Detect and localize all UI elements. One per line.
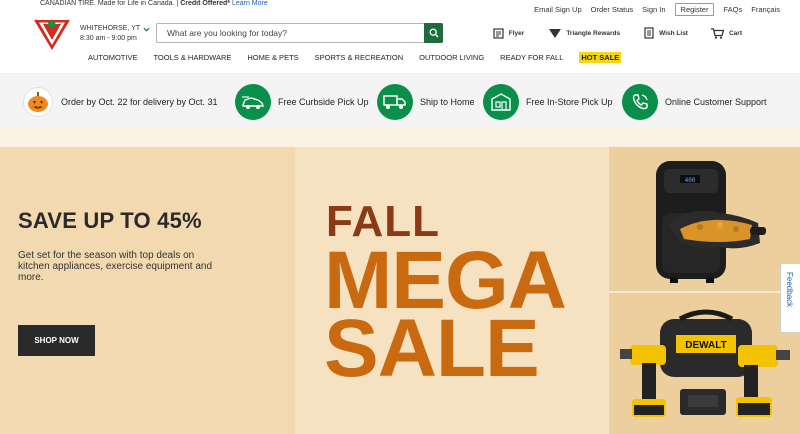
pumpkin-icon-wrap (23, 87, 53, 117)
search-input[interactable] (157, 24, 424, 42)
phone-support-icon-wrap (622, 84, 658, 120)
service-item-curbside[interactable]: Free Curbside Pick Up (235, 84, 369, 120)
dewalt-label: DEWALT (685, 340, 726, 351)
service-label-instore: Free In-Store Pick Up (526, 97, 613, 107)
email-signup-link[interactable]: Email Sign Up (534, 5, 582, 14)
flyer-button[interactable]: Flyer (493, 27, 525, 39)
air-fryer-image[interactable]: 400 (640, 155, 770, 290)
nav-tools-hardware[interactable]: TOOLS & HARDWARE (153, 53, 231, 62)
hero-right-divider (609, 291, 800, 293)
triangle-rewards-label: Triangle Rewards (566, 29, 621, 37)
wish-list-button[interactable]: Wish List (644, 27, 688, 39)
hero-top-band (0, 127, 800, 147)
sale-text: SALE (324, 303, 540, 394)
hero-description: Get set for the season with top deals on… (18, 250, 213, 283)
service-item-instore[interactable]: Free In-Store Pick Up (483, 84, 613, 120)
header-tools: Flyer Triangle Rewards Wish List Cart (493, 26, 800, 40)
service-strip: Order by Oct. 22 for delivery by Oct. 31… (0, 73, 800, 127)
feedback-label: Feedback (785, 272, 794, 308)
dewalt-drill-kit-image[interactable]: DEWALT (620, 305, 790, 430)
brand-line: CANADIAN TIRE. Made for Life in Canada. (40, 0, 175, 7)
service-item-support[interactable]: Online Customer Support (622, 84, 767, 120)
chevron-down-icon (143, 27, 150, 32)
service-item-ship-to-home[interactable]: Ship to Home (377, 84, 475, 120)
curbside-car-icon (242, 96, 264, 109)
cart-icon (710, 27, 724, 39)
service-label-delivery: Order by Oct. 22 for delivery by Oct. 31 (61, 97, 218, 107)
main-nav: AUTOMOTIVE TOOLS & HARDWARE HOME & PETS … (88, 51, 637, 63)
search-icon (429, 28, 438, 38)
canadian-tire-logo[interactable] (34, 16, 70, 50)
utility-links: Email Sign Up Order Status Sign In Regis… (525, 2, 800, 16)
triangle-rewards-button[interactable]: Triangle Rewards (549, 28, 620, 38)
cart-label: Cart (728, 29, 742, 37)
service-item-delivery-date[interactable]: Order by Oct. 22 for delivery by Oct. 31 (23, 84, 218, 120)
feedback-tab[interactable]: Feedback (780, 263, 800, 333)
hero-left-panel (0, 147, 295, 434)
search-bar (156, 23, 443, 43)
flyer-icon (493, 27, 504, 39)
nav-sports-recreation[interactable]: SPORTS & RECREATION (315, 53, 404, 62)
store-hours: 8:30 am - 9:00 pm (80, 35, 137, 42)
pumpkin-icon (28, 92, 48, 112)
brand-topline: CANADIAN TIRE. Made for Life in Canada. … (40, 0, 268, 7)
nav-hot-sale[interactable]: HOT SALE (579, 51, 622, 63)
phone-support-icon (632, 94, 648, 110)
cart-button[interactable]: Cart (710, 27, 742, 39)
wish-list-icon (644, 27, 654, 39)
language-link[interactable]: Français (751, 5, 780, 14)
service-label-ship: Ship to Home (420, 97, 475, 107)
store-city: WHITEHORSE, YT (80, 25, 141, 32)
store-selector[interactable]: WHITEHORSE, YT 8:30 am - 9:00 pm (80, 24, 150, 44)
hero-headline: SAVE UP TO 45% (18, 208, 202, 233)
svg-text:400: 400 (685, 177, 696, 184)
nav-home-pets[interactable]: HOME & PETS (247, 53, 298, 62)
delivery-truck-icon (383, 95, 406, 109)
nav-ready-for-fall[interactable]: READY FOR FALL (500, 53, 563, 62)
curbside-car-icon-wrap (235, 84, 271, 120)
search-button[interactable] (424, 23, 443, 43)
learn-more-link[interactable]: Learn More (232, 0, 268, 7)
store-icon (491, 93, 511, 111)
store-icon-wrap (483, 84, 519, 120)
delivery-truck-icon-wrap (377, 84, 413, 120)
faqs-link[interactable]: FAQs (723, 5, 742, 14)
shop-now-button[interactable]: SHOP NOW (18, 325, 95, 356)
nav-automotive[interactable]: AUTOMOTIVE (88, 53, 137, 62)
service-label-support: Online Customer Support (665, 97, 767, 107)
register-button[interactable]: Register (674, 2, 715, 16)
nav-outdoor-living[interactable]: OUTDOOR LIVING (419, 53, 484, 62)
order-status-link[interactable]: Order Status (591, 5, 634, 14)
credit-offered: Credit Offered* (180, 0, 230, 7)
service-label-curbside: Free Curbside Pick Up (278, 97, 369, 107)
triangle-icon (549, 29, 562, 38)
wish-list-label: Wish List (659, 29, 688, 37)
flyer-label: Flyer (508, 29, 525, 37)
sign-in-link[interactable]: Sign In (642, 5, 665, 14)
